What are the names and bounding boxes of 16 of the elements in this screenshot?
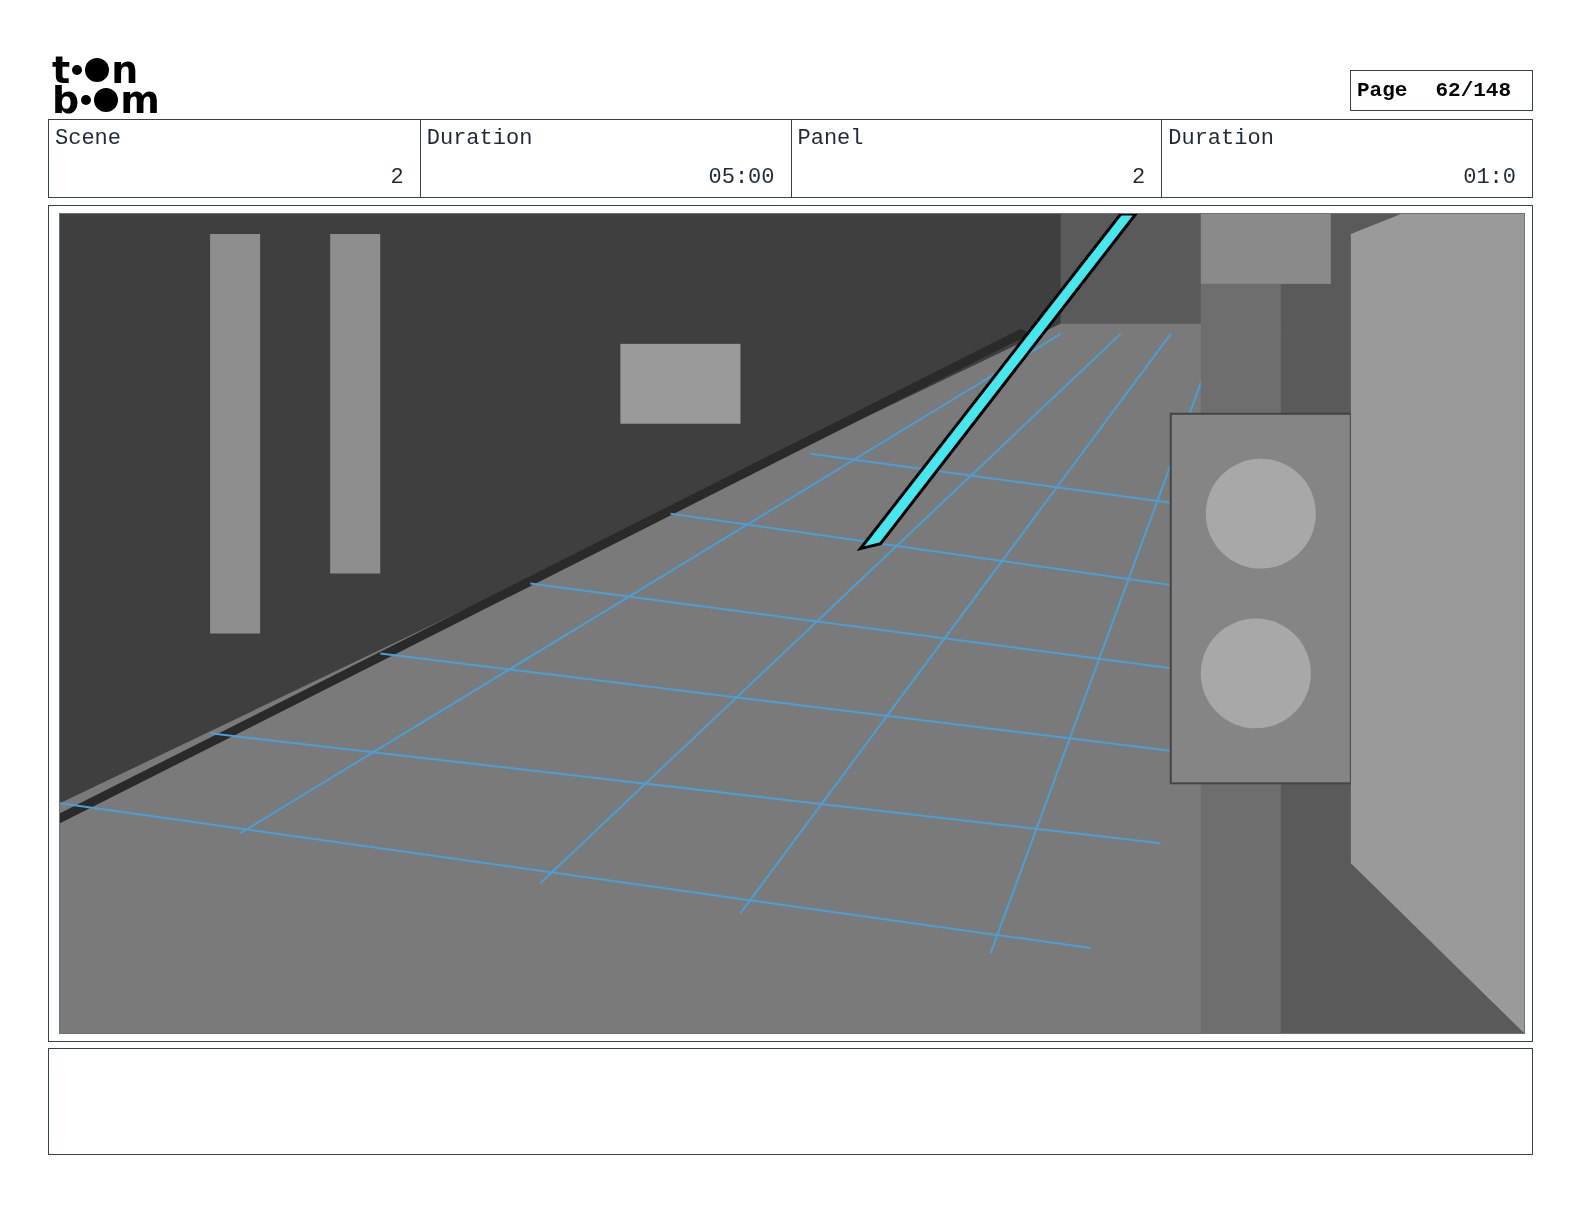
field-label: Duration [426,125,534,153]
logo-letter: t [52,55,71,85]
field-label: Scene [55,125,122,153]
dots-icon [72,58,110,82]
field-label: Duration [1168,125,1275,153]
page-number: 62/148 [1435,77,1512,104]
field-value: 2 [1132,167,1146,189]
logo-letter: m [120,85,160,115]
logo-letter: b [52,85,80,115]
field-label: Panel [797,125,865,153]
field-value: 01:0 [1463,167,1516,189]
field-value: 05:00 [708,167,775,189]
dots-icon [81,88,119,112]
field-value: 2 [390,167,404,189]
logo-letter: n [111,55,139,85]
page-label: Page [1357,77,1408,104]
